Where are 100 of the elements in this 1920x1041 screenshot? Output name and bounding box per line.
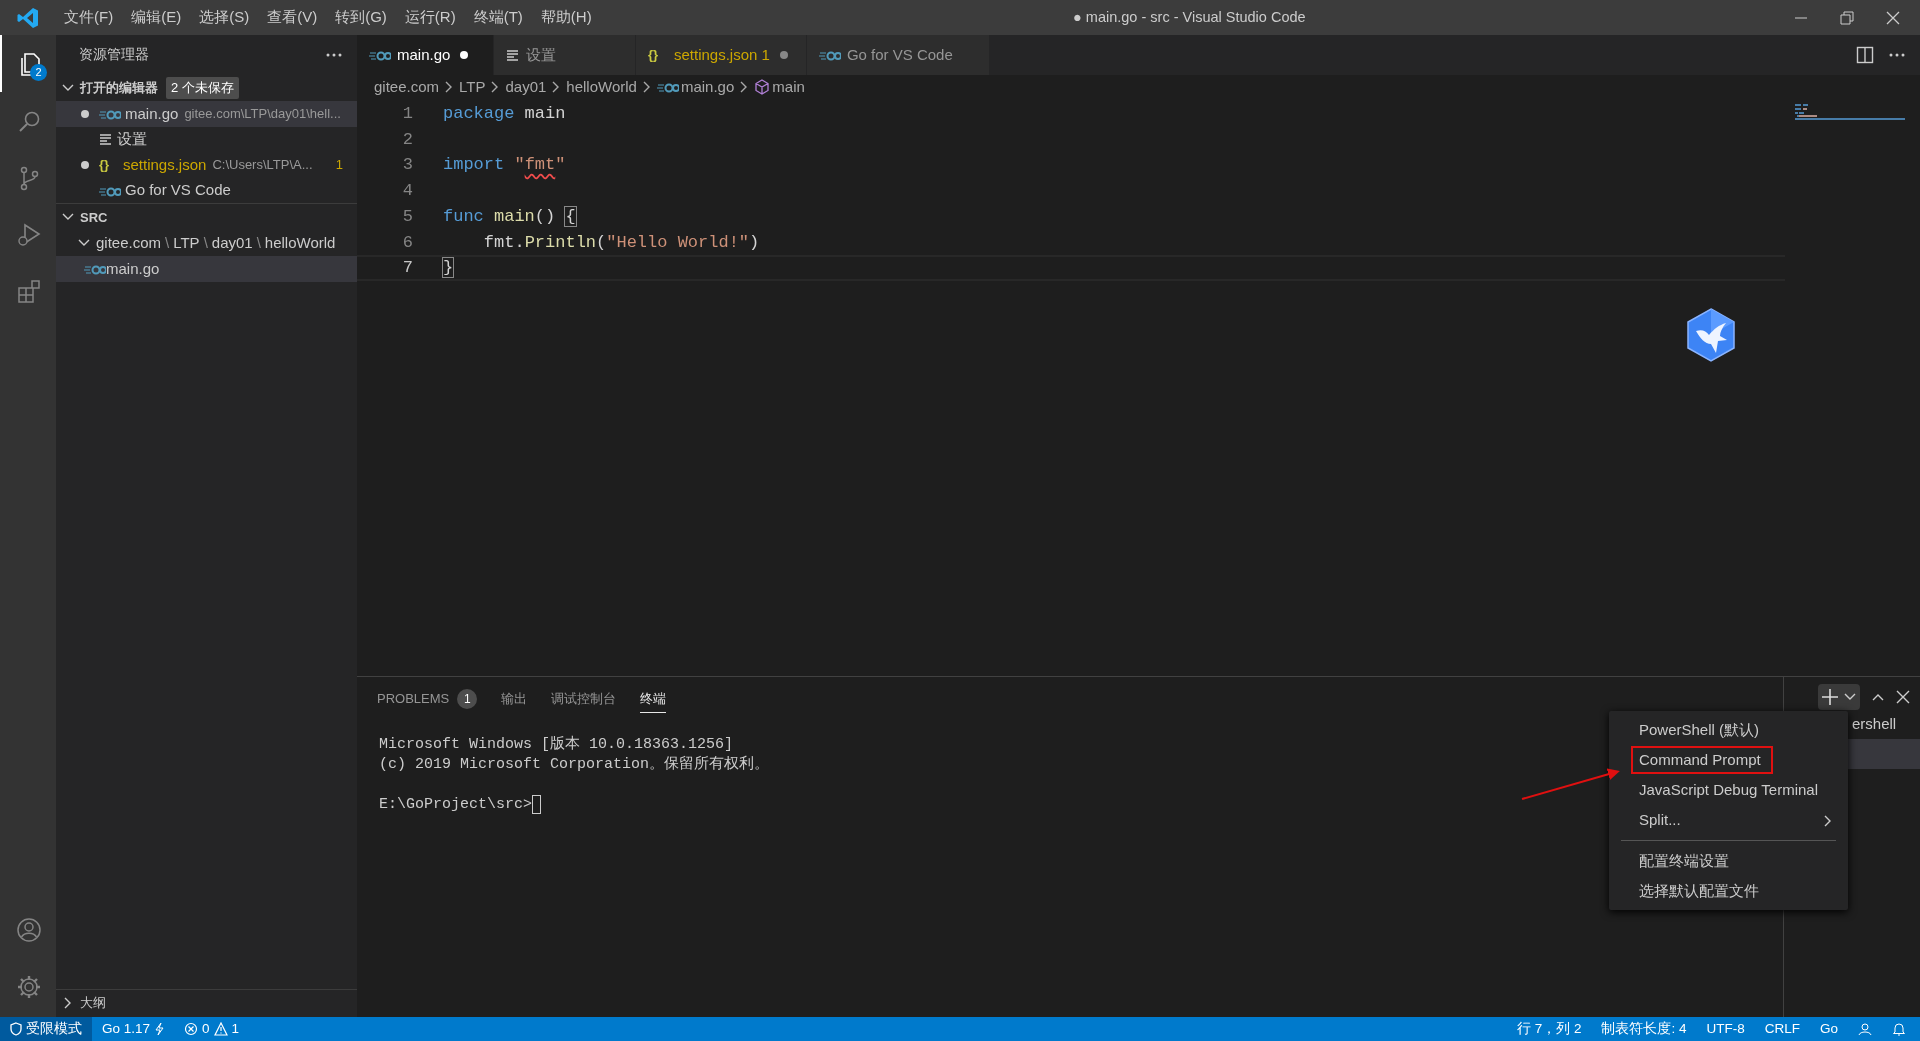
code-line: func main() {	[442, 205, 576, 228]
minimize-icon	[1794, 16, 1808, 19]
unsaved-badge: 2 个未保存	[166, 77, 239, 99]
close-icon	[1886, 10, 1900, 25]
breadcrumb-item[interactable]: LTP	[459, 75, 486, 99]
open-editor-item[interactable]: {} settings.json C:\Users\LTP\A... 1	[56, 152, 357, 178]
status-item[interactable]: 受限模式	[0, 1017, 92, 1041]
file-name: settings.json	[123, 154, 207, 175]
line-number: 3	[401, 154, 413, 177]
code-line: package main	[442, 103, 566, 126]
open-editor-item[interactable]: 设置	[56, 126, 357, 153]
status-item[interactable]: Go	[1810, 1017, 1848, 1041]
line-number: 5	[401, 205, 413, 228]
new-terminal-button[interactable]	[1818, 684, 1860, 710]
warning-icon	[213, 1022, 228, 1036]
status-item[interactable]: 行 7，列 2	[1506, 1017, 1592, 1041]
more-icon[interactable]	[325, 52, 343, 58]
text-cursor	[532, 795, 542, 814]
menu-item[interactable]: Split...	[1609, 805, 1848, 835]
menu-item[interactable]: 终端(T)	[464, 6, 532, 29]
bird-logo-icon	[1685, 307, 1737, 363]
menu-item[interactable]: 运行(R)	[395, 6, 465, 29]
tree-item[interactable]: main.go	[56, 255, 357, 282]
editor-tab[interactable]: 设置	[494, 35, 636, 75]
app-logo-icon	[17, 6, 39, 29]
breadcrumb-item[interactable]: day01	[505, 75, 547, 99]
panel-tab[interactable]: PROBLEMS 1	[377, 685, 478, 713]
file-name: Go for VS Code	[125, 180, 231, 201]
error-icon	[184, 1022, 199, 1036]
bell-icon	[1892, 1022, 1906, 1036]
section-title[interactable]: 大纲	[80, 992, 106, 1013]
close-icon[interactable]	[1896, 690, 1910, 704]
problem-count: 1	[335, 156, 344, 175]
menu-item[interactable]: 查看(V)	[258, 6, 327, 29]
braces-icon: {}	[648, 45, 668, 65]
braces-icon: {}	[99, 155, 119, 175]
lightning-icon	[154, 1022, 165, 1036]
panel-tab[interactable]: 终端	[640, 685, 667, 713]
file-name: main.go	[125, 103, 179, 124]
menu-item[interactable]: 编辑(E)	[122, 6, 191, 29]
code-line: }	[442, 257, 454, 280]
file-path: gitee.com\LTP\day01\hell...	[184, 105, 342, 124]
terminal-line: Microsoft Windows [版本 10.0.18363.1256]	[379, 736, 734, 753]
split-editor-icon[interactable]	[1856, 46, 1874, 64]
menu-item[interactable]: 帮助(H)	[531, 6, 601, 29]
status-item[interactable]: 0 1	[174, 1017, 250, 1041]
file-name: 设置	[117, 129, 147, 150]
lines-icon	[99, 133, 113, 146]
line-number: 1	[401, 103, 413, 126]
plus-icon	[1820, 687, 1840, 707]
menu-item[interactable]: PowerShell (默认)	[1609, 715, 1848, 745]
code-line: fmt.Println("Hello World!")	[482, 231, 760, 254]
panel-tab[interactable]: 输出	[501, 685, 528, 713]
code-line: import "fmt"	[442, 154, 566, 177]
menu-item[interactable]: JavaScript Debug Terminal	[1609, 775, 1848, 805]
menu-item[interactable]: 配置终端设置	[1609, 846, 1848, 876]
person-icon	[1858, 1022, 1872, 1036]
settings-icon	[16, 973, 42, 1000]
status-item[interactable]: Go 1.17	[92, 1017, 175, 1041]
more-icon[interactable]	[1888, 52, 1906, 58]
menu-item[interactable]: 转到(G)	[326, 6, 396, 29]
open-editor-item[interactable]: Go for VS Code	[56, 177, 357, 204]
menu-item[interactable]: 选择(S)	[190, 6, 259, 29]
terminal-prompt: E:\GoProject\src>	[379, 796, 533, 814]
breadcrumb-item[interactable]: gitee.com	[374, 75, 440, 99]
section-title[interactable]: SRC	[80, 207, 108, 228]
play-bug-icon	[16, 221, 42, 248]
lines-icon	[506, 49, 520, 61]
status-item[interactable]: UTF-8	[1696, 1017, 1755, 1041]
line-number: 2	[401, 128, 413, 151]
go-file-icon	[369, 49, 391, 61]
terminal-line: (c) 2019 Microsoft Corporation。保留所有权利。	[379, 756, 770, 773]
status-item[interactable]: CRLF	[1754, 1017, 1810, 1041]
breadcrumb-item[interactable]: main.go	[680, 75, 735, 99]
editor-tab[interactable]: {} settings.json 1	[636, 35, 807, 75]
editor-tab[interactable]: main.go	[357, 35, 494, 75]
panel-tab[interactable]: 调试控制台	[551, 685, 617, 713]
restore-icon	[1840, 10, 1854, 25]
shield-icon	[10, 1022, 22, 1036]
editor-tab[interactable]: Go for VS Code	[806, 35, 990, 75]
tree-item[interactable]: gitee.com \ LTP \ day01 \ helloWorld	[56, 230, 357, 256]
file-path: C:\Users\LTP\A...	[212, 156, 314, 175]
account-icon	[16, 916, 42, 943]
line-number: 7	[401, 257, 413, 280]
breadcrumb-item[interactable]: helloWorld	[566, 75, 637, 99]
go-file-icon	[656, 81, 679, 93]
breadcrumb-item[interactable]: main	[772, 75, 805, 99]
menu-item[interactable]: 文件(F)	[55, 6, 123, 29]
folder-name: gitee.com \ LTP \ day01 \ helloWorld	[96, 232, 336, 253]
count-badge: 2	[30, 64, 47, 81]
line-number: 6	[401, 231, 413, 254]
sidebar-title: 资源管理器	[79, 45, 149, 64]
status-item[interactable]: 制表符长度: 4	[1591, 1017, 1697, 1041]
extensions-icon	[16, 278, 42, 305]
menu-item[interactable]: 选择默认配置文件	[1609, 876, 1848, 906]
open-editor-item[interactable]: main.go gitee.com\LTP\day01\hell...	[56, 101, 357, 127]
go-file-icon	[818, 49, 841, 61]
window-title: ● main.go - src - Visual Studio Code	[1072, 7, 1307, 27]
count-badge: 1	[457, 688, 478, 709]
section-title[interactable]: 打开的编辑器	[80, 78, 158, 98]
